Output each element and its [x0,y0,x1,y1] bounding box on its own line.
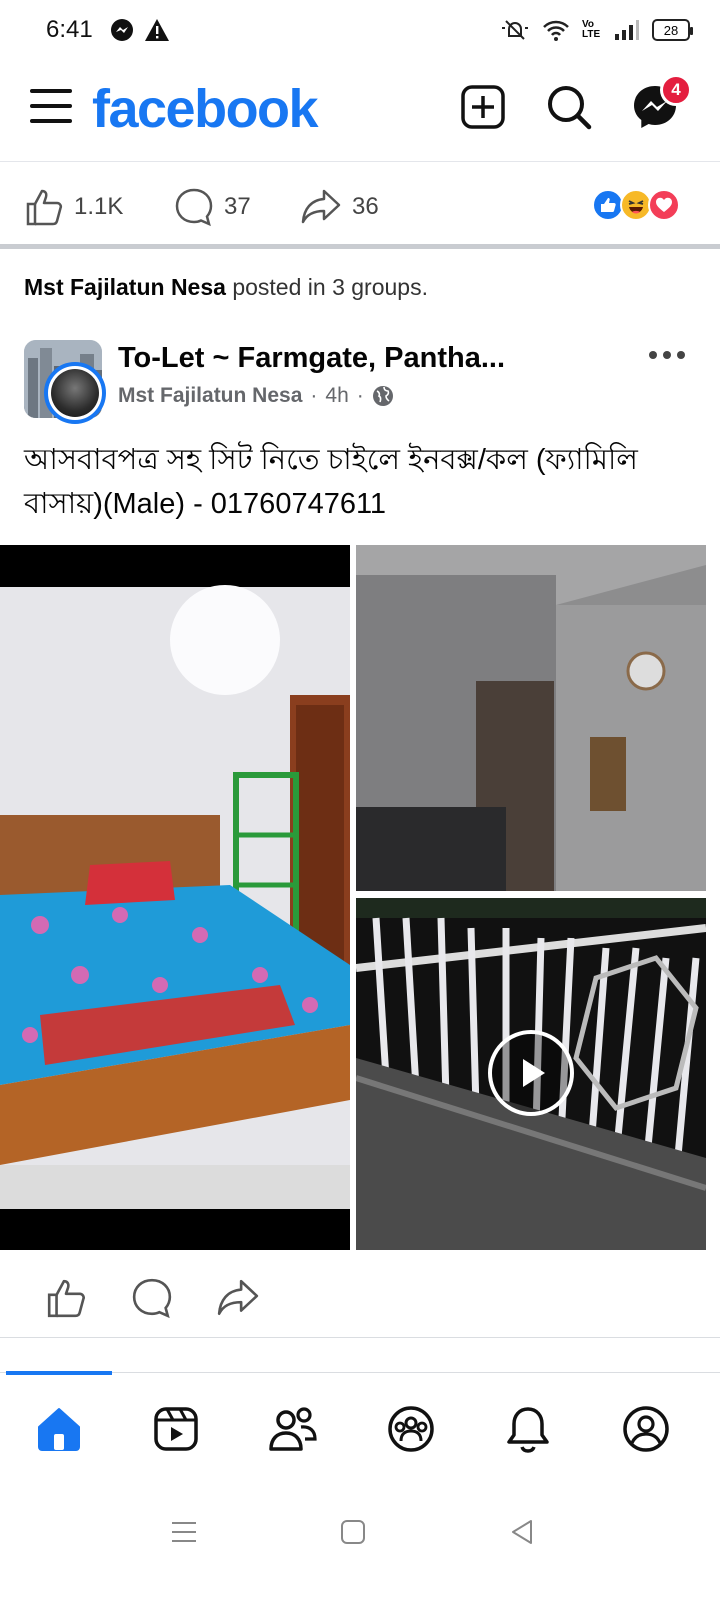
share-icon [217,1279,259,1316]
comment-icon [175,188,213,227]
video-icon [154,1407,198,1451]
play-icon [523,1059,545,1087]
recents-icon [172,1522,196,1542]
play-button[interactable] [488,1030,574,1116]
active-tab-indicator [6,1371,112,1375]
nav-groups[interactable] [383,1401,439,1457]
messenger-button[interactable]: 4 [630,74,692,132]
photo-room[interactable] [356,545,706,891]
room-image [356,545,706,891]
search-button[interactable] [544,82,594,132]
nav-notifications[interactable] [500,1401,556,1457]
post-header: To-Let ~ Farmgate, Pantha... Mst Fajilat… [0,336,720,426]
bottom-navigation [0,1371,720,1482]
post-time[interactable]: 4h [325,384,348,408]
friends-icon [269,1407,317,1451]
shared-author-name[interactable]: Mst Fajilatun Nesa [24,274,226,300]
photo-bedroom[interactable] [0,545,350,1250]
like-count[interactable]: 1.1K [24,187,123,227]
shared-context-text: posted in 3 groups. [225,274,428,300]
status-right-icons: Vo LTE 28 [500,18,693,42]
home-icon [38,1408,80,1451]
signal-icon [615,20,639,40]
create-button[interactable] [458,82,508,132]
facebook-logo[interactable]: facebook [92,78,319,140]
post-text: আসবাবপত্র সহ সিট নিতে চাইলে ইনবক্স/কল (ফ… [24,444,638,520]
groups-icon [388,1406,434,1452]
recent-apps-button[interactable] [164,1512,204,1552]
video-thumbnail[interactable] [356,898,706,1250]
comment-button[interactable] [128,1274,176,1322]
more-options-button[interactable] [648,348,686,366]
like-button[interactable] [42,1274,90,1322]
post-actions [0,1260,720,1338]
group-avatar[interactable] [24,340,106,424]
search-icon [548,86,592,130]
silent-bell-icon [502,20,528,40]
top-header: facebook 4 [0,62,720,162]
system-navigation-bar [0,1490,720,1600]
reaction-summary[interactable] [592,189,680,221]
back-triangle-icon [512,1520,532,1544]
love-reaction-icon [648,189,680,221]
share-count-label: 36 [352,193,379,220]
group-name[interactable]: To-Let ~ Farmgate, Pantha... [118,342,538,375]
nav-friends[interactable] [265,1401,321,1457]
plus-square-icon [461,85,505,129]
bedroom-image [0,545,350,1250]
comment-count-label: 37 [224,193,251,220]
status-bar: 6:41 Vo LTE 28 [0,0,720,62]
comment-count[interactable]: 37 [174,187,251,227]
nav-video[interactable] [148,1401,204,1457]
post-byline: Mst Fajilatun Nesa · 4h · [118,384,394,408]
comment-icon [132,1278,172,1319]
nav-home[interactable] [31,1401,87,1457]
wifi-icon [543,20,569,41]
post-author[interactable]: Mst Fajilatun Nesa [118,384,302,408]
messenger-badge: 4 [660,74,692,106]
volte-label: Vo LTE [582,19,601,40]
thumbs-up-icon [47,1279,85,1318]
byline-separator: · [310,384,318,407]
square-icon [341,1520,365,1544]
share-button[interactable] [214,1274,262,1322]
previous-post-stats: 1.1K 37 36 [0,163,720,249]
back-button[interactable] [502,1512,542,1552]
status-time: 6:41 [46,16,93,43]
like-count-label: 1.1K [74,193,124,220]
globe-icon [372,386,393,406]
author-avatar[interactable] [44,362,106,424]
shared-context-line: Mst Fajilatun Nesa posted in 3 groups. [24,274,428,301]
home-system-button[interactable] [333,1512,373,1552]
byline-separator-2: · [356,384,364,407]
thumbs-up-icon [26,189,63,226]
bell-icon [507,1407,549,1453]
status-left-icons [110,18,170,42]
post-media-grid [0,545,706,1250]
share-icon [301,189,341,224]
menu-icon[interactable] [30,86,72,131]
profile-icon [623,1406,669,1452]
battery-indicator: 28 [652,19,693,41]
warning-icon [145,19,169,41]
share-count[interactable]: 36 [300,187,379,227]
messenger-status-icon [111,19,133,41]
more-dots-icon [649,351,685,359]
nav-profile[interactable] [618,1401,674,1457]
